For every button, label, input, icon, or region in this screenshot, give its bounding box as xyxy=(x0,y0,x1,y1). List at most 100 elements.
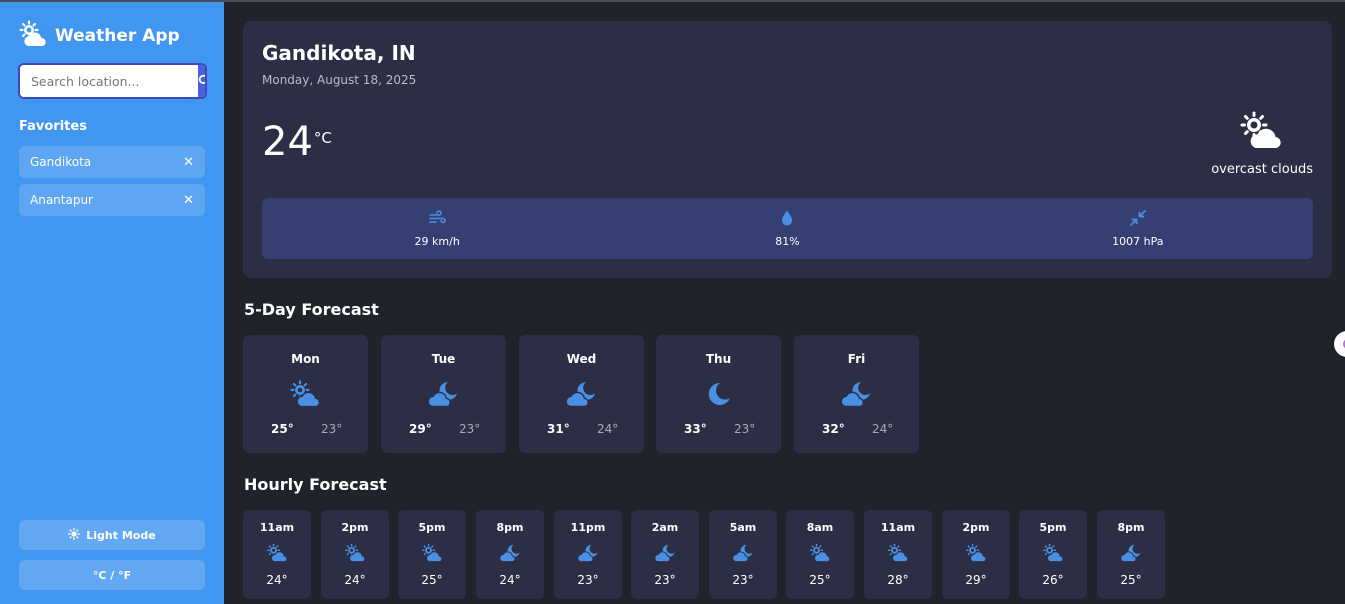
search-icon xyxy=(198,72,205,91)
sidebar: Weather App Favorites Gandikota ✕ Ananta… xyxy=(0,2,224,604)
hour-time: 5am xyxy=(729,521,757,534)
pressure-value: 1007 hPa xyxy=(1112,235,1164,248)
cloud-sun-icon xyxy=(965,543,987,563)
app-title: Weather App xyxy=(55,26,180,46)
hour-time: 11am xyxy=(259,521,295,534)
cloud-sun-icon xyxy=(19,20,47,52)
forecast-day-name: Thu xyxy=(705,352,732,366)
droplet-icon xyxy=(778,209,796,231)
cloud-sun-icon xyxy=(289,380,321,408)
cloud-moon-icon xyxy=(577,543,599,563)
location-title: Gandikota, IN xyxy=(262,41,416,65)
forecast-high: 31° xyxy=(547,422,570,436)
light-mode-button[interactable]: Light Mode xyxy=(19,520,205,550)
hour-time: 2pm xyxy=(341,521,369,534)
hour-temp: 24° xyxy=(344,573,366,587)
hourly-card: 8pm 25° xyxy=(1097,510,1165,599)
forecast-low: 23° xyxy=(734,422,756,436)
compress-arrows-icon xyxy=(1129,209,1147,231)
hour-time: 11am xyxy=(880,521,916,534)
hour-time: 8am xyxy=(806,521,834,534)
forecast-high: 33° xyxy=(684,422,707,436)
forecast-day-name: Mon xyxy=(291,352,320,366)
brand: Weather App xyxy=(19,20,180,52)
cloud-sun-icon xyxy=(809,543,831,563)
humidity-stat: 81% xyxy=(612,198,962,259)
hour-temp: 26° xyxy=(1042,573,1064,587)
unit-toggle-button[interactable]: °C / °F xyxy=(19,560,205,590)
hourly-forecast-title: Hourly Forecast xyxy=(244,475,387,494)
hour-temp: 25° xyxy=(809,573,831,587)
cloud-sun-icon xyxy=(1042,543,1064,563)
favorite-name: Gandikota xyxy=(30,155,92,169)
wind-value: 29 km/h xyxy=(414,235,460,248)
hour-time: 2am xyxy=(651,521,679,534)
hourly-card: 5pm 26° xyxy=(1019,510,1087,599)
cloud-sun-icon xyxy=(344,543,366,563)
cloud-moon-icon xyxy=(732,543,754,563)
remove-favorite-icon[interactable]: ✕ xyxy=(183,155,194,170)
condition-text: overcast clouds xyxy=(1211,162,1313,177)
hourly-card: 11am 24° xyxy=(243,510,311,599)
five-day-forecast-title: 5-Day Forecast xyxy=(244,300,379,319)
forecast-day-card: Thu 33° 23° xyxy=(656,335,781,453)
forecast-day-name: Fri xyxy=(847,352,866,366)
hour-temp: 25° xyxy=(421,573,443,587)
forecast-day-card: Mon 25° 23° xyxy=(243,335,368,453)
hourly-card: 8am 25° xyxy=(786,510,854,599)
forecast-day-name: Wed xyxy=(566,352,597,366)
favorite-item-anantapur[interactable]: Anantapur ✕ xyxy=(19,184,205,216)
hour-temp: 24° xyxy=(499,573,521,587)
search-bar xyxy=(18,63,207,99)
cloud-sun-icon xyxy=(266,543,288,563)
forecast-day-card: Wed 31° 24° xyxy=(519,335,644,453)
forecast-low: 23° xyxy=(459,422,481,436)
favorites-title: Favorites xyxy=(19,119,87,134)
cloud-moon-icon xyxy=(499,543,521,563)
forecast-low: 24° xyxy=(597,422,619,436)
hourly-card: 2pm 29° xyxy=(942,510,1010,599)
cloud-moon-icon xyxy=(840,380,872,408)
forecast-low: 24° xyxy=(872,422,894,436)
hourly-card: 5am 23° xyxy=(709,510,777,599)
hour-temp: 25° xyxy=(1120,573,1142,587)
remove-favorite-icon[interactable]: ✕ xyxy=(183,193,194,208)
weather-stats-bar: 29 km/h 81% 1007 hPa xyxy=(262,198,1313,259)
wind-icon xyxy=(428,209,446,231)
hour-time: 8pm xyxy=(1117,521,1145,534)
current-weather-card: Gandikota, IN Monday, August 18, 2025 24… xyxy=(243,21,1332,278)
hourly-card: 8pm 24° xyxy=(476,510,544,599)
hourly-card: 11pm 23° xyxy=(554,510,622,599)
hour-time: 8pm xyxy=(496,521,524,534)
search-input[interactable] xyxy=(20,65,198,97)
hour-time: 5pm xyxy=(418,521,446,534)
hour-temp: 23° xyxy=(654,573,676,587)
favorites-list: Gandikota ✕ Anantapur ✕ xyxy=(19,146,205,222)
hour-time: 2pm xyxy=(962,521,990,534)
hourly-card: 2pm 24° xyxy=(321,510,389,599)
hour-time: 11pm xyxy=(570,521,606,534)
sun-icon xyxy=(68,527,81,543)
forecast-low: 23° xyxy=(321,422,343,436)
hour-temp: 23° xyxy=(732,573,754,587)
search-button[interactable] xyxy=(198,65,205,97)
hour-temp: 29° xyxy=(965,573,987,587)
cloud-moon-icon xyxy=(565,380,597,408)
temperature-value: 24 xyxy=(262,119,313,165)
forecast-day-name: Tue xyxy=(431,352,456,366)
forecast-day-card: Fri 32° 24° xyxy=(794,335,919,453)
hourly-card: 2am 23° xyxy=(631,510,699,599)
hourly-card: 11am 28° xyxy=(864,510,932,599)
forecast-high: 25° xyxy=(271,422,294,436)
forecast-day-card: Tue 29° 23° xyxy=(381,335,506,453)
current-temperature: 24 °C xyxy=(262,119,332,165)
moon-icon xyxy=(702,380,734,408)
cloud-moon-icon xyxy=(654,543,676,563)
wind-stat: 29 km/h xyxy=(262,198,612,259)
humidity-value: 81% xyxy=(775,235,800,248)
favorite-item-gandikota[interactable]: Gandikota ✕ xyxy=(19,146,205,178)
forecast-high: 32° xyxy=(822,422,845,436)
forecast-high: 29° xyxy=(409,422,432,436)
pressure-stat: 1007 hPa xyxy=(963,198,1313,259)
floating-extension-button[interactable] xyxy=(1334,331,1345,357)
